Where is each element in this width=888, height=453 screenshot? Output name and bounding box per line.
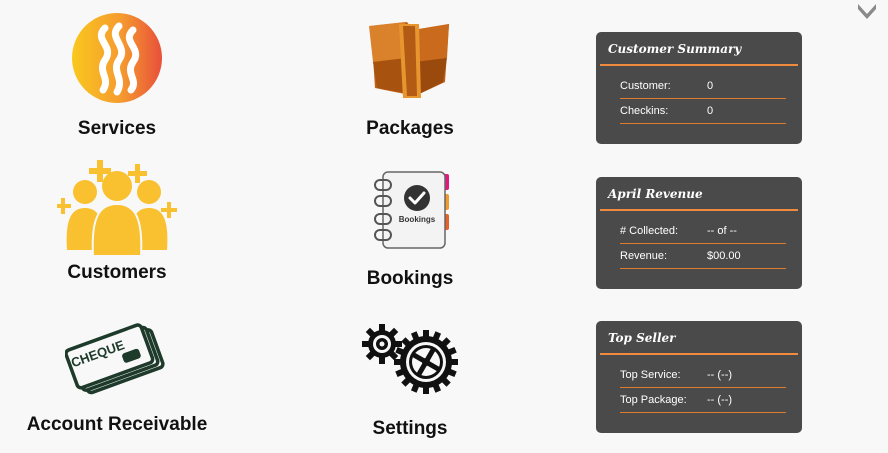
stat-label: Top Package: bbox=[620, 394, 687, 406]
title-divider bbox=[600, 209, 798, 211]
stat-value: 0 bbox=[707, 80, 714, 92]
stat-value: 0 bbox=[707, 105, 714, 117]
title-divider bbox=[600, 353, 798, 355]
stat-value: -- (--) bbox=[707, 369, 733, 381]
stat-row: Top Package: -- (--) bbox=[620, 388, 786, 413]
stat-row: Top Service: -- (--) bbox=[620, 363, 786, 388]
bookings-icon: Bookings bbox=[374, 171, 449, 249]
tile-label: Services bbox=[77, 118, 157, 139]
tile-label: Bookings bbox=[366, 268, 454, 289]
tile-services[interactable]: Services bbox=[58, 12, 176, 140]
services-icon bbox=[72, 13, 162, 103]
cheque-icon: CHEQUE bbox=[65, 323, 165, 395]
tile-customers[interactable]: Customers bbox=[52, 158, 182, 284]
gears-icon bbox=[362, 324, 458, 394]
stat-label: Customer: bbox=[620, 80, 671, 92]
tile-bookings[interactable]: Bookings Bookings bbox=[354, 170, 466, 290]
tile-label: Account Receivable bbox=[26, 414, 208, 435]
title-divider bbox=[600, 64, 798, 66]
svg-text:Bookings: Bookings bbox=[399, 215, 436, 224]
revenue-card: April Revenue # Collected: -- of -- Reve… bbox=[596, 177, 802, 289]
top-seller-card: Top Seller Top Service: -- (--) Top Pack… bbox=[596, 321, 802, 433]
stat-value: -- of -- bbox=[707, 225, 737, 237]
chevron-down-icon[interactable] bbox=[856, 2, 878, 20]
customers-icon bbox=[57, 160, 177, 257]
tile-label: Settings bbox=[372, 418, 448, 439]
packages-icon bbox=[369, 22, 449, 98]
stat-value: -- (--) bbox=[707, 394, 733, 406]
card-title: Top Seller bbox=[608, 331, 676, 345]
stat-row: Revenue: $00.00 bbox=[620, 244, 786, 269]
stat-row: Checkins: 0 bbox=[620, 99, 786, 124]
card-title: Customer Summary bbox=[608, 42, 742, 56]
tile-account-receivable[interactable]: CHEQUE Account Receivable bbox=[22, 320, 212, 436]
card-title: April Revenue bbox=[608, 187, 703, 201]
tile-packages[interactable]: Packages bbox=[350, 18, 470, 140]
stat-label: Revenue: bbox=[620, 250, 668, 262]
stat-label: Top Service: bbox=[620, 369, 681, 381]
tile-settings[interactable]: Settings bbox=[352, 324, 468, 440]
tile-label: Customers bbox=[67, 262, 167, 283]
stat-label: # Collected: bbox=[620, 225, 679, 237]
stat-value: $00.00 bbox=[707, 250, 741, 262]
stat-row: # Collected: -- of -- bbox=[620, 219, 786, 244]
stat-label: Checkins: bbox=[620, 105, 669, 117]
stat-row: Customer: 0 bbox=[620, 74, 786, 99]
tile-label: Packages bbox=[366, 118, 454, 139]
customer-summary-card: Customer Summary Customer: 0 Checkins: 0 bbox=[596, 32, 802, 144]
